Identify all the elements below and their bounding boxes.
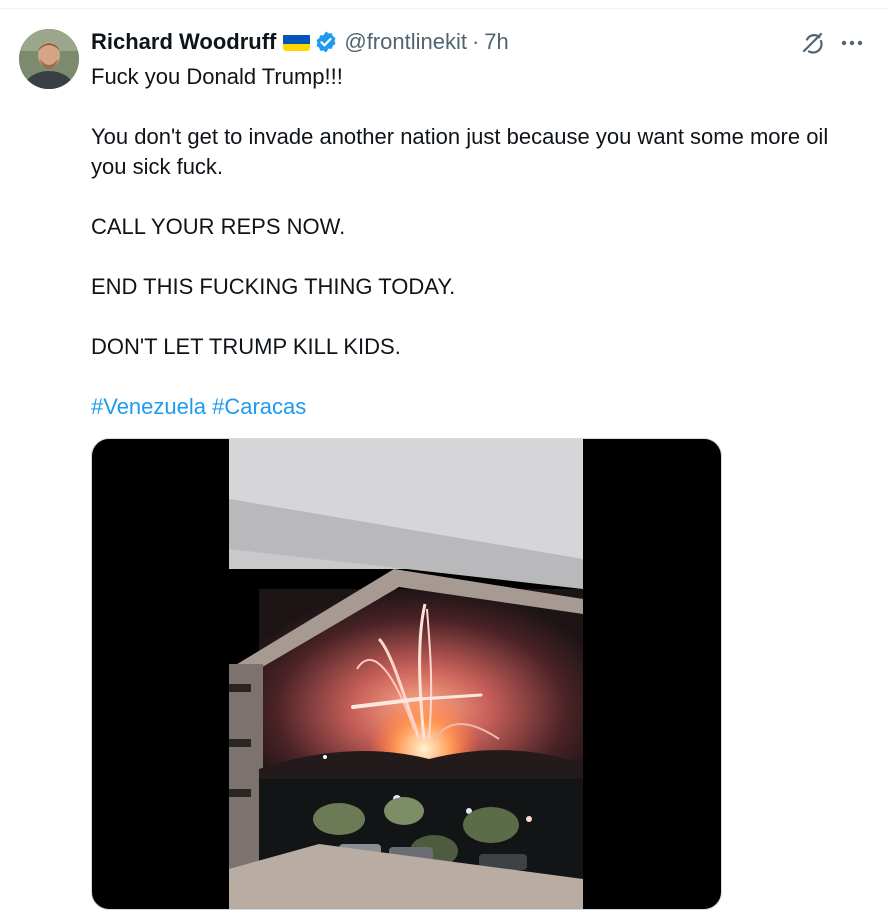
avatar[interactable] [19, 29, 79, 89]
grok-icon[interactable] [800, 30, 826, 56]
top-divider [0, 8, 888, 9]
tweet-paragraph: CALL YOUR REPS NOW. [91, 214, 346, 239]
separator-dot: · [471, 29, 480, 54]
tweet-paragraph: DON'T LET TRUMP KILL KIDS. [91, 334, 401, 359]
timestamp[interactable]: 7h [484, 29, 508, 55]
tweet-paragraph: You don't get to invade another nation j… [91, 124, 829, 179]
video-media[interactable] [91, 438, 722, 910]
hashtags: #Venezuela #Caracas [91, 392, 861, 422]
tweet-paragraph: Fuck you Donald Trump!!! [91, 64, 343, 89]
author-display-name[interactable]: Richard Woodruff [91, 29, 276, 55]
more-icon[interactable] [838, 30, 866, 56]
hashtag-link[interactable]: #Caracas [212, 394, 306, 419]
tweet-header: Richard Woodruff @frontlinekit · 7h [91, 27, 509, 57]
verified-badge-icon[interactable] [314, 30, 338, 54]
tweet-paragraph: END THIS FUCKING THING TODAY. [91, 274, 456, 299]
ukraine-flag-icon [283, 33, 311, 51]
author-handle[interactable]: @frontlinekit [344, 29, 467, 55]
hashtag-link[interactable]: #Venezuela [91, 394, 206, 419]
explosion-at-night-icon [229, 439, 583, 909]
video-frame[interactable] [229, 439, 583, 909]
tweet-text: Fuck you Donald Trump!!! You don't get t… [91, 62, 861, 452]
